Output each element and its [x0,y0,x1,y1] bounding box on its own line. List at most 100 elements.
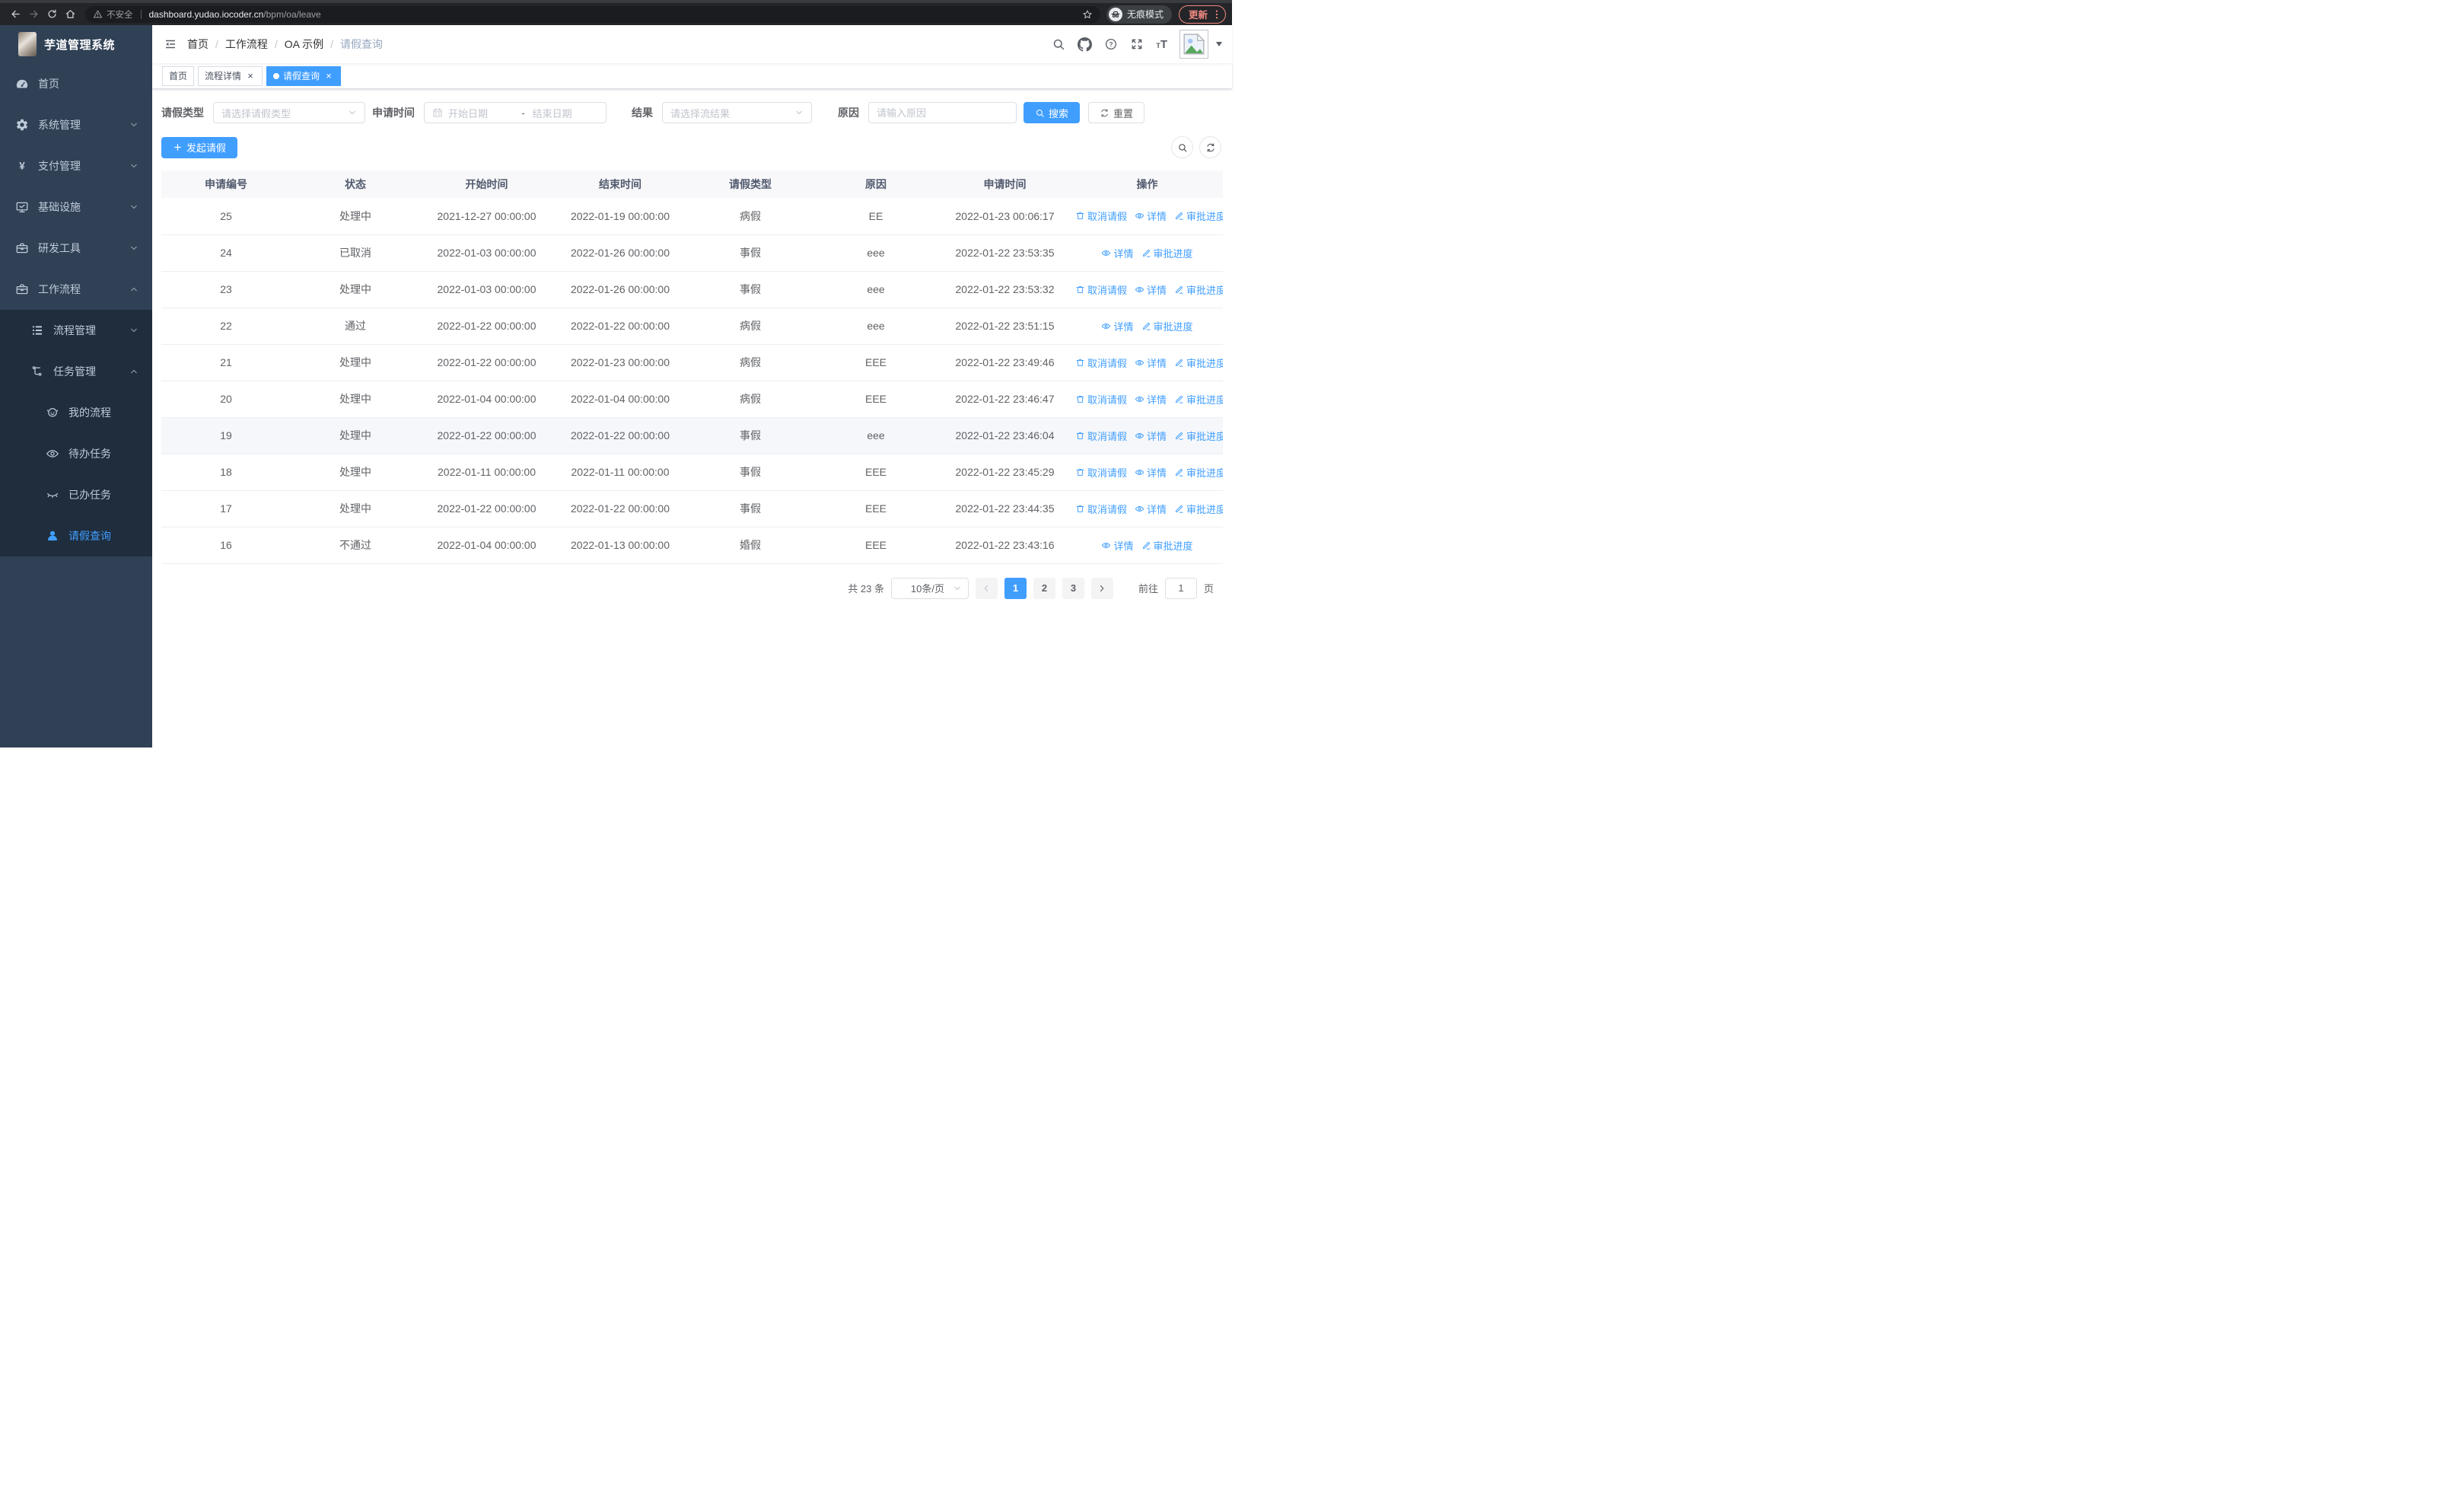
eye-icon [1135,211,1144,221]
cancel-action-link[interactable]: 取消请假 [1075,392,1127,406]
cell-start: 2022-01-03 00:00:00 [420,234,553,272]
browser-reload-button[interactable] [43,5,61,24]
cell-end: 2022-01-19 00:00:00 [553,198,687,235]
chevron-down-icon [129,120,138,129]
sidebar-item-task-mgmt[interactable]: 任务管理 [0,351,152,392]
progress-action-link[interactable]: 审批进度 [1141,319,1193,333]
detail-action-link[interactable]: 详情 [1135,392,1167,406]
cell-start: 2022-01-04 00:00:00 [420,527,553,564]
page-button-2[interactable]: 2 [1033,577,1055,599]
progress-action-link[interactable]: 审批进度 [1174,282,1223,297]
browser-forward-button[interactable] [24,5,43,24]
search-icon[interactable] [1052,37,1065,51]
cancel-action-link[interactable]: 取消请假 [1075,282,1127,297]
tab-home[interactable]: 首页 [162,65,195,86]
sidebar-item-workflow[interactable]: 工作流程 [0,269,152,310]
sidebar-item-label: 支付管理 [38,160,81,172]
detail-action-link[interactable]: 详情 [1101,538,1134,553]
bookmark-star-icon[interactable] [1082,9,1093,20]
sidebar-item-home[interactable]: 首页 [0,63,152,104]
sidebar-collapse-button[interactable] [152,37,187,51]
detail-action-link[interactable]: 详情 [1101,246,1134,260]
sidebar-menu: 首页 系统管理 ¥ 支付管理基础设施研发工具 工作流程 流程管理 任务管理 我的流程 待办任务已… [0,63,152,748]
cancel-action-link[interactable]: 取消请假 [1075,209,1127,223]
address-bar[interactable]: 不安全 dashboard.yudao.iocoder.cn/bpm/oa/le… [85,5,1100,23]
sidebar-item-infra[interactable]: 基础设施 [0,186,152,228]
fullscreen-icon[interactable] [1130,37,1144,51]
reset-button[interactable]: 重置 [1088,102,1145,123]
progress-action-link[interactable]: 审批进度 [1174,465,1223,480]
leave-type-select[interactable]: 请选择请假类型 [213,102,365,123]
app-title: 芋道管理系统 [44,38,116,52]
result-select[interactable]: 请选择流结果 [662,102,812,123]
cancel-action-link[interactable]: 取消请假 [1075,502,1127,516]
cell-type: 病假 [687,198,813,235]
browser-home-button[interactable] [61,5,79,24]
font-size-icon[interactable]: TT [1156,38,1167,51]
sidebar-item-process-mgmt[interactable]: 流程管理 [0,310,152,351]
face-icon [46,406,59,419]
cancel-action-link[interactable]: 取消请假 [1075,429,1127,443]
progress-action-link[interactable]: 审批进度 [1174,209,1223,223]
sidebar-item-system[interactable]: 系统管理 [0,104,152,145]
goto-label: 前往 [1138,583,1158,594]
create-leave-button[interactable]: 发起请假 [161,136,238,158]
tab-process-detail[interactable]: 流程详情 × [198,65,263,86]
tab-leave-query[interactable]: 请假查询 × [266,65,342,86]
page-button-3[interactable]: 3 [1062,577,1084,599]
close-icon[interactable]: × [245,71,256,81]
sidebar-item-done-tasks[interactable]: 已办任务 [0,474,152,515]
browser-back-button[interactable] [6,5,24,24]
progress-action-link[interactable]: 审批进度 [1141,538,1193,553]
incognito-icon [1108,7,1122,21]
cell-actions: 取消请假 详情 审批进度 [1071,490,1223,528]
breadcrumb-item[interactable]: 首页 [187,37,209,52]
detail-action-link[interactable]: 详情 [1135,209,1167,223]
detail-action-link[interactable]: 详情 [1135,465,1167,480]
close-icon[interactable]: × [323,71,334,81]
search-button[interactable]: 搜索 [1023,102,1081,123]
eye-open-icon [46,447,59,461]
sidebar-item-todo-tasks[interactable]: 待办任务 [0,433,152,474]
browser-update-button[interactable]: 更新 [1178,5,1226,24]
goto-page-input[interactable] [1164,577,1197,599]
reason-input[interactable] [868,102,1017,123]
toggle-search-button[interactable] [1171,136,1193,158]
app-logo[interactable]: 芋道管理系统 [0,25,152,63]
cancel-action-link[interactable]: 取消请假 [1075,465,1127,480]
next-page-button[interactable] [1090,577,1113,599]
sidebar-item-devtools[interactable]: 研发工具 [0,228,152,269]
breadcrumb-item[interactable]: 工作流程 [225,37,268,52]
prev-page-button[interactable] [975,577,998,599]
browser-menu-icon[interactable] [1211,8,1223,21]
detail-action-link[interactable]: 详情 [1135,502,1167,516]
page-size-select[interactable]: 10条/页 [890,577,969,599]
briefcase-icon [15,241,29,255]
detail-action-link[interactable]: 详情 [1135,429,1167,443]
avatar[interactable] [1179,30,1208,59]
github-icon[interactable] [1078,37,1093,52]
page-button-1[interactable]: 1 [1004,577,1027,599]
avatar-caret-icon[interactable] [1216,42,1222,46]
sidebar-item-my-process[interactable]: 我的流程 [0,392,152,433]
help-icon[interactable]: ? [1104,37,1118,51]
sidebar-item-payment[interactable]: ¥ 支付管理 [0,145,152,186]
progress-action-link[interactable]: 审批进度 [1174,392,1223,406]
detail-action-link[interactable]: 详情 [1101,319,1134,333]
cell-reason: EEE [813,490,938,528]
progress-action-link[interactable]: 审批进度 [1174,355,1223,370]
cell-end: 2022-01-23 00:00:00 [553,344,687,381]
breadcrumb-item: 请假查询 [340,38,384,50]
range-separator: - [521,107,525,119]
breadcrumb-item[interactable]: OA 示例 [285,37,323,52]
progress-action-link[interactable]: 审批进度 [1174,502,1223,516]
refresh-table-button[interactable] [1199,136,1221,158]
detail-action-link[interactable]: 详情 [1135,355,1167,370]
progress-action-link[interactable]: 审批进度 [1174,429,1223,443]
cancel-action-link[interactable]: 取消请假 [1075,355,1127,370]
detail-action-link[interactable]: 详情 [1135,282,1167,297]
sidebar-item-label: 基础设施 [38,201,81,213]
sidebar-item-leave-query[interactable]: 请假查询 [0,515,152,556]
progress-action-link[interactable]: 审批进度 [1141,246,1193,260]
apply-time-range-picker[interactable]: 开始日期 - 结束日期 [424,102,606,123]
